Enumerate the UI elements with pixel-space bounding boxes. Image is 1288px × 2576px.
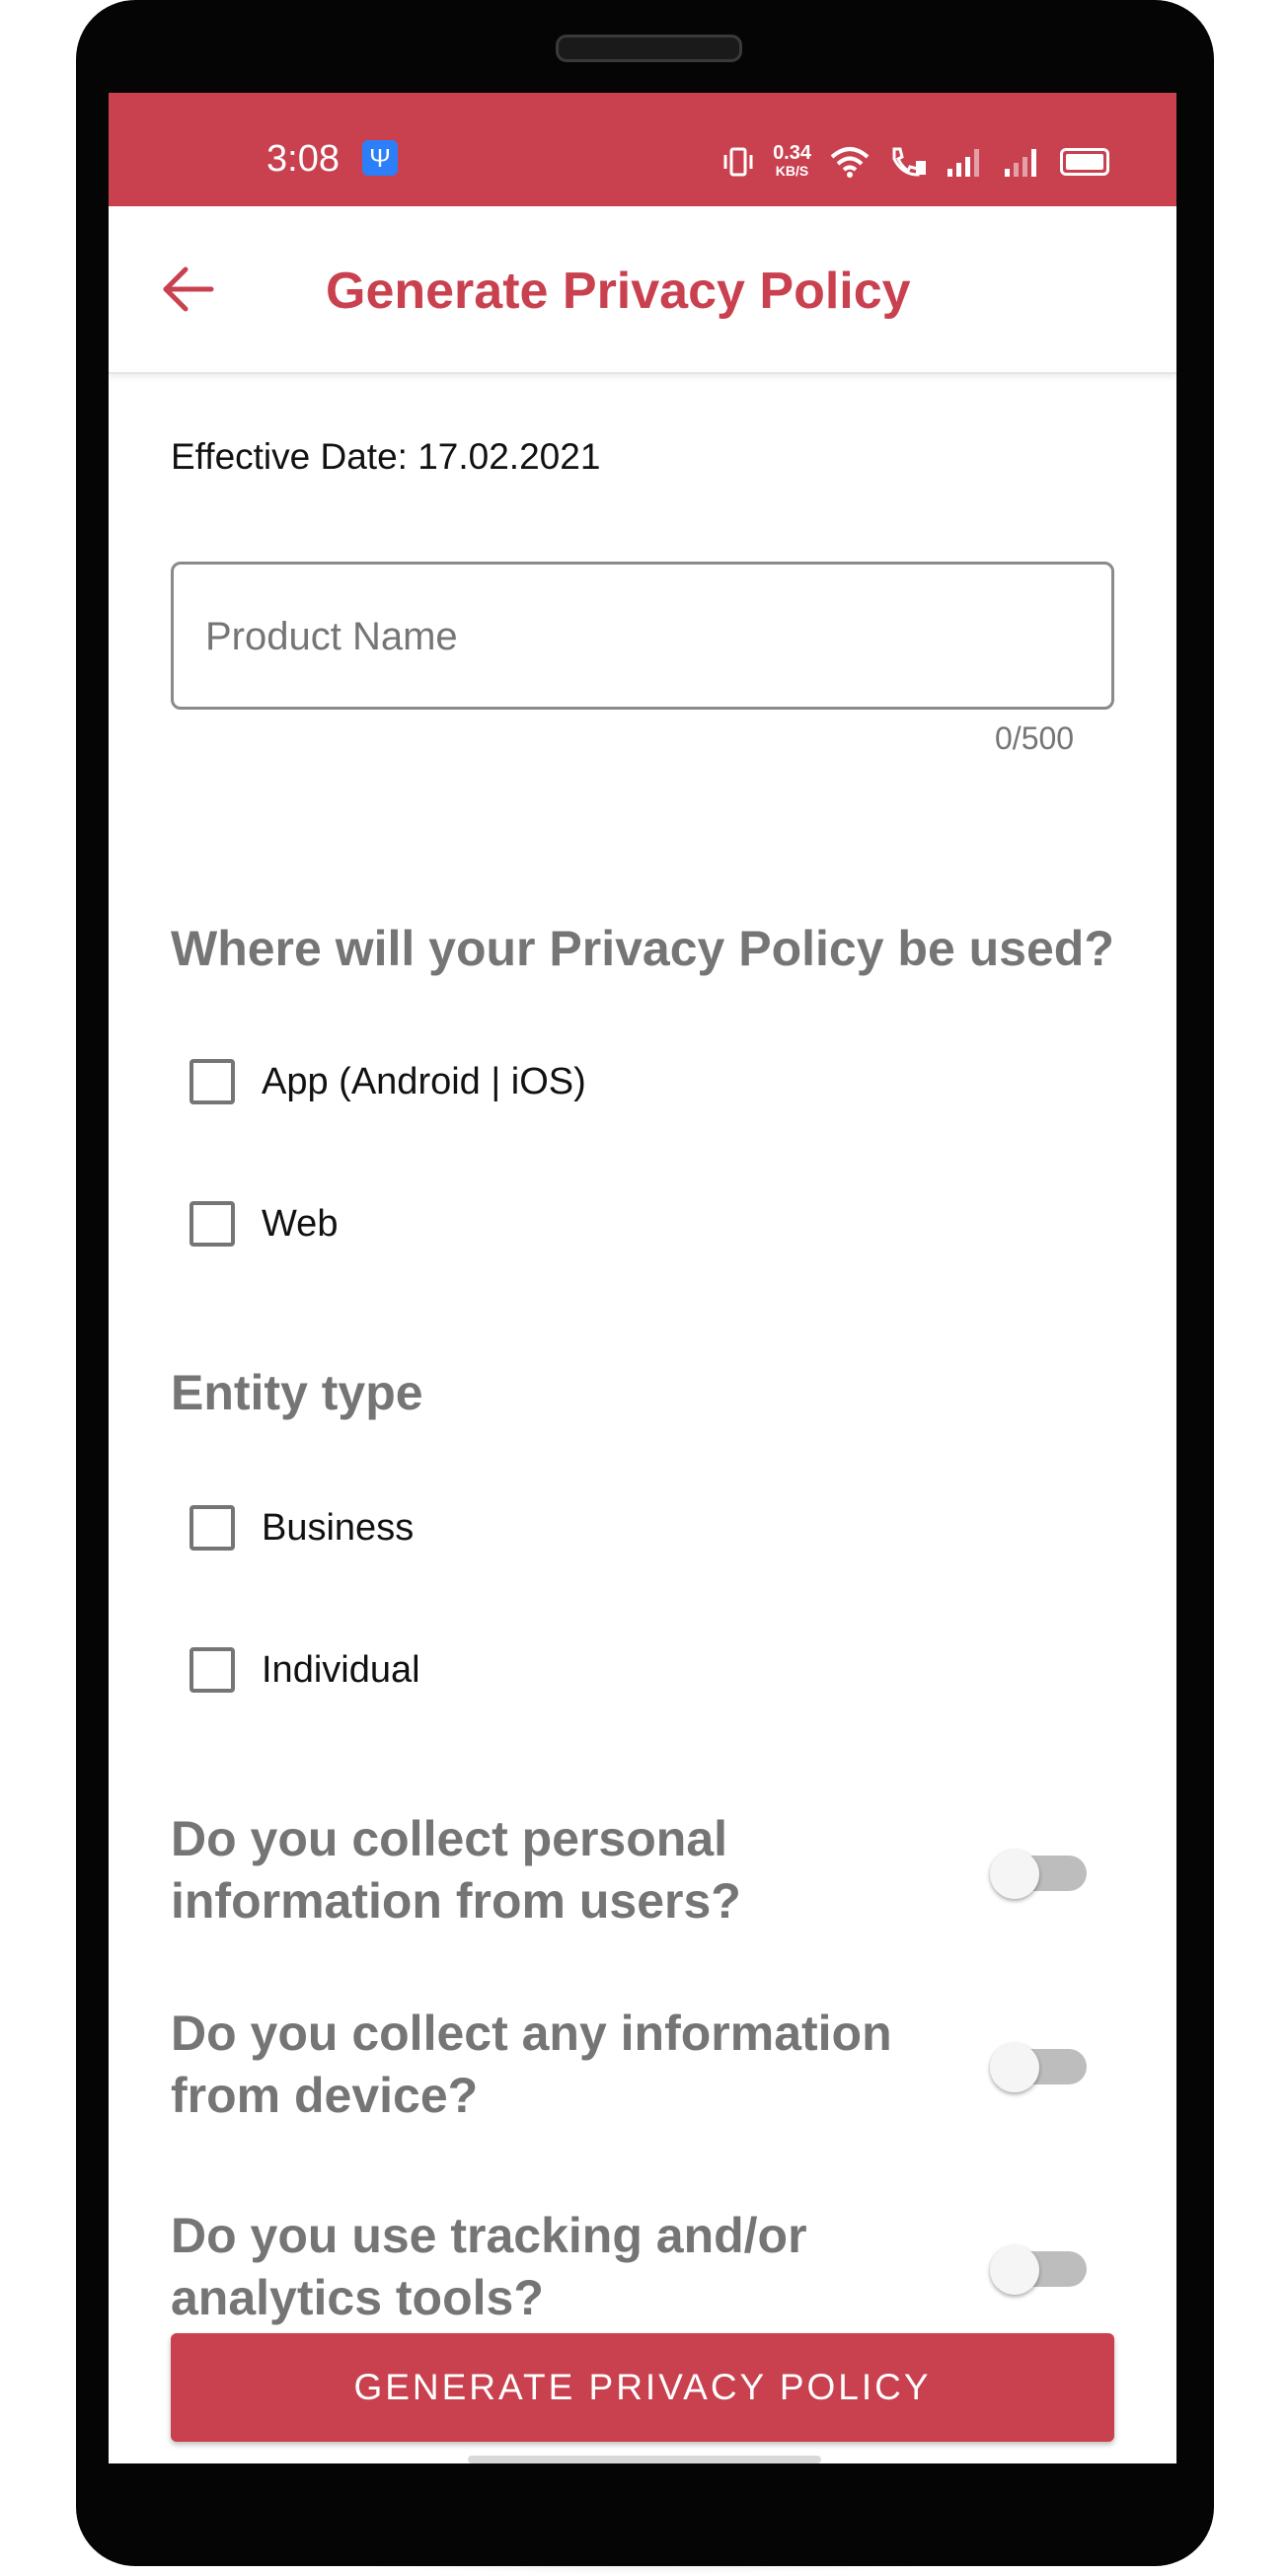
character-counter: 0/500 <box>995 720 1075 756</box>
wifi-icon <box>830 147 870 178</box>
app-bar: Generate Privacy Policy <box>109 206 1176 374</box>
toggle-question-device-info: Do you collect any information from devi… <box>171 2006 892 2123</box>
business-checkbox[interactable] <box>189 1505 235 1551</box>
usage-heading: Where will your Privacy Policy be used? <box>171 921 1114 976</box>
toggle-thumb <box>990 2043 1039 2092</box>
individual-checkbox-label: Individual <box>262 1648 420 1691</box>
speaker-grille <box>556 35 742 62</box>
net-speed-unit: KB/S <box>775 163 809 179</box>
arrow-left-icon[interactable] <box>158 260 217 319</box>
screen: 3:08 Ψ 0.34 KB/S Generate Privacy Policy… <box>109 93 1176 2463</box>
net-speed-value: 0.34 <box>773 142 811 164</box>
signal-icon <box>947 149 979 177</box>
phone-frame: 3:08 Ψ 0.34 KB/S Generate Privacy Policy… <box>76 0 1214 2566</box>
wifi-calling-icon <box>892 147 926 177</box>
device-info-toggle[interactable] <box>990 2043 1089 2092</box>
usb-icon: Ψ <box>362 140 398 176</box>
toggle-question-tracking: Do you use tracking and/or analytics too… <box>171 2208 807 2325</box>
app-checkbox-label: App (Android | iOS) <box>262 1060 586 1102</box>
net-speed: 0.34 KB/S <box>773 142 811 180</box>
app-checkbox[interactable] <box>189 1059 235 1104</box>
business-checkbox-label: Business <box>262 1506 415 1549</box>
tracking-toggle[interactable] <box>990 2245 1089 2295</box>
effective-date: Effective Date: 17.02.2021 <box>171 436 601 477</box>
checkbox-row-app[interactable]: App (Android | iOS) <box>189 1052 586 1111</box>
checkbox-row-individual[interactable]: Individual <box>189 1640 420 1700</box>
web-checkbox-label: Web <box>262 1202 339 1245</box>
entity-heading: Entity type <box>171 1365 423 1420</box>
individual-checkbox[interactable] <box>189 1647 235 1693</box>
toggle-question-personal-info: Do you collect personal information from… <box>171 1811 741 1929</box>
navigation-handle[interactable] <box>468 2456 821 2463</box>
product-name-input[interactable] <box>203 565 1076 709</box>
generate-privacy-policy-button[interactable]: GENERATE PRIVACY POLICY <box>171 2333 1114 2442</box>
toggle-thumb <box>990 2245 1039 2295</box>
checkbox-row-business[interactable]: Business <box>189 1498 414 1557</box>
product-name-field[interactable] <box>171 562 1114 710</box>
page-title: Generate Privacy Policy <box>326 263 911 320</box>
checkbox-row-web[interactable]: Web <box>189 1194 338 1253</box>
status-bar: 3:08 Ψ 0.34 KB/S <box>109 93 1176 206</box>
status-icons: 0.34 KB/S <box>721 142 1109 182</box>
vibrate-icon <box>723 147 753 177</box>
signal-icon-2 <box>1005 149 1036 177</box>
toggle-thumb <box>990 1850 1039 1899</box>
status-time: 3:08 <box>266 138 340 180</box>
battery-icon <box>1060 148 1109 176</box>
personal-info-toggle[interactable] <box>990 1850 1089 1899</box>
web-checkbox[interactable] <box>189 1201 235 1247</box>
